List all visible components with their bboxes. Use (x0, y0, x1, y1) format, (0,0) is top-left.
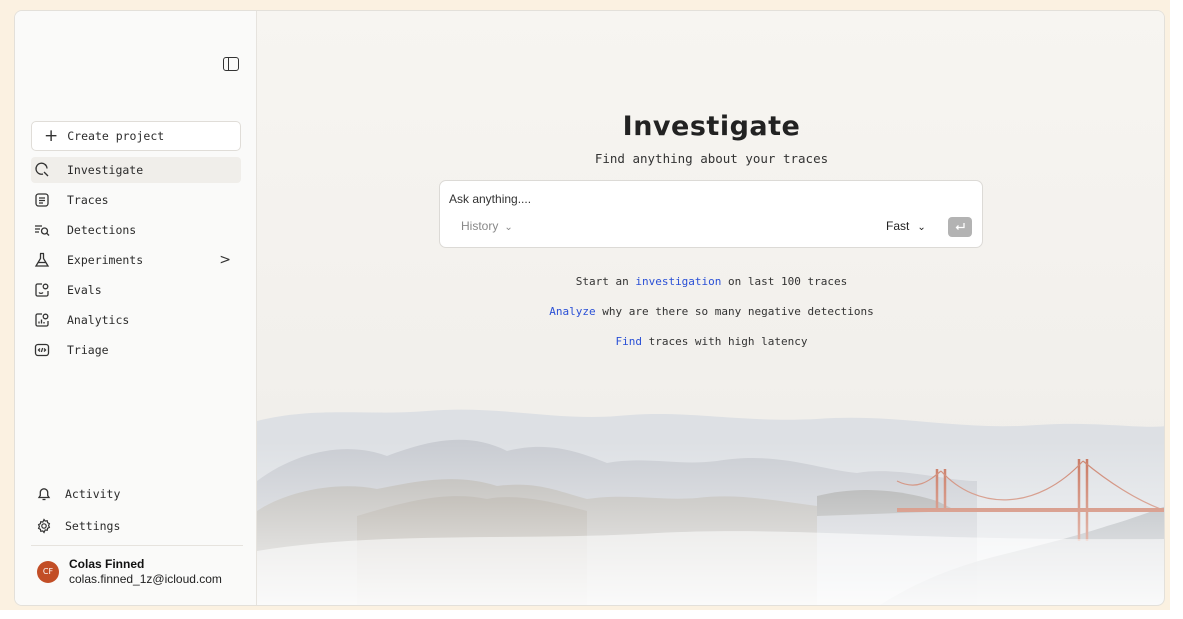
sidebar-item-label: Activity (65, 487, 121, 501)
user-name: Colas Finned (69, 557, 145, 571)
sidebar-item-label: Investigate (67, 163, 144, 177)
suggestion-link[interactable]: Analyze (549, 305, 595, 318)
sidebar-item-evals[interactable]: Evals (31, 277, 241, 303)
sidebar-nav: Investigate Traces Detections Experiment… (31, 157, 241, 367)
sidebar-item-label: Settings (65, 519, 121, 533)
traces-icon (33, 191, 51, 209)
code-icon (33, 341, 51, 359)
mode-dropdown[interactable]: Fast ⌄ (886, 219, 926, 233)
suggestion-item[interactable]: Start an investigation on last 100 trace… (257, 276, 1164, 306)
bell-icon (35, 485, 53, 503)
enter-icon (955, 223, 965, 230)
sidebar-item-label: Detections (67, 223, 137, 237)
investigate-icon (33, 161, 51, 179)
sidebar-item-settings[interactable]: Settings (35, 513, 245, 539)
sidebar-item-label: Experiments (67, 253, 144, 267)
mode-label: Fast (886, 219, 910, 233)
suggestion-item[interactable]: Find traces with high latency (257, 336, 1164, 366)
page-subtitle: Find anything about your traces (594, 151, 829, 166)
avatar: CF (37, 560, 59, 583)
user-email: colas.finned_1z@icloud.com (69, 572, 222, 586)
gear-icon (35, 517, 53, 535)
flask-icon (33, 251, 51, 269)
create-project-label: Create project (67, 129, 165, 143)
suggestion-link[interactable]: investigation (635, 275, 721, 288)
sidebar-divider (31, 545, 243, 546)
chevron-down-icon: ⌄ (504, 222, 513, 233)
sidebar-item-traces[interactable]: Traces (31, 187, 241, 213)
history-dropdown[interactable]: History ⌄ (461, 219, 513, 233)
sidebar-item-label: Triage (67, 343, 109, 357)
chevron-down-icon: ⌄ (917, 222, 926, 233)
sidebar-item-label: Evals (67, 283, 102, 297)
sidebar-bottom-nav: Activity Settings (35, 481, 245, 545)
search-panel: History ⌄ Fast ⌄ (439, 180, 983, 248)
suggestions-list: Start an investigation on last 100 trace… (257, 276, 1164, 366)
ask-input[interactable] (449, 189, 949, 209)
sidebar-item-triage[interactable]: Triage (31, 337, 241, 363)
plus-icon: + (44, 125, 59, 146)
sidebar-item-label: Traces (67, 193, 109, 207)
detections-icon (33, 221, 51, 239)
main-content: Investigate Find anything about your tra… (257, 11, 1164, 605)
send-button[interactable] (948, 217, 972, 237)
sidebar-item-label: Analytics (67, 313, 130, 327)
create-project-button[interactable]: + Create project (31, 121, 241, 151)
user-profile[interactable]: CF Colas Finned colas.finned_1z@icloud.c… (37, 557, 222, 586)
sidebar-item-experiments[interactable]: Experiments > (31, 247, 241, 273)
evals-icon (33, 281, 51, 299)
suggestion-item[interactable]: Analyze why are there so many negative d… (257, 306, 1164, 336)
sidebar-item-activity[interactable]: Activity (35, 481, 245, 507)
sidebar-item-investigate[interactable]: Investigate (31, 157, 241, 183)
suggestion-link[interactable]: Find (615, 335, 642, 348)
analytics-icon (33, 311, 51, 329)
sidebar: + Create project Investigate Traces Dete… (15, 11, 257, 605)
sidebar-item-detections[interactable]: Detections (31, 217, 241, 243)
sidebar-item-analytics[interactable]: Analytics (31, 307, 241, 333)
history-label: History (461, 219, 499, 233)
app-window: + Create project Investigate Traces Dete… (14, 10, 1165, 606)
page-title: Investigate (622, 111, 801, 142)
sidebar-toggle-icon[interactable] (223, 57, 239, 71)
chevron-right-icon[interactable]: > (219, 252, 231, 268)
